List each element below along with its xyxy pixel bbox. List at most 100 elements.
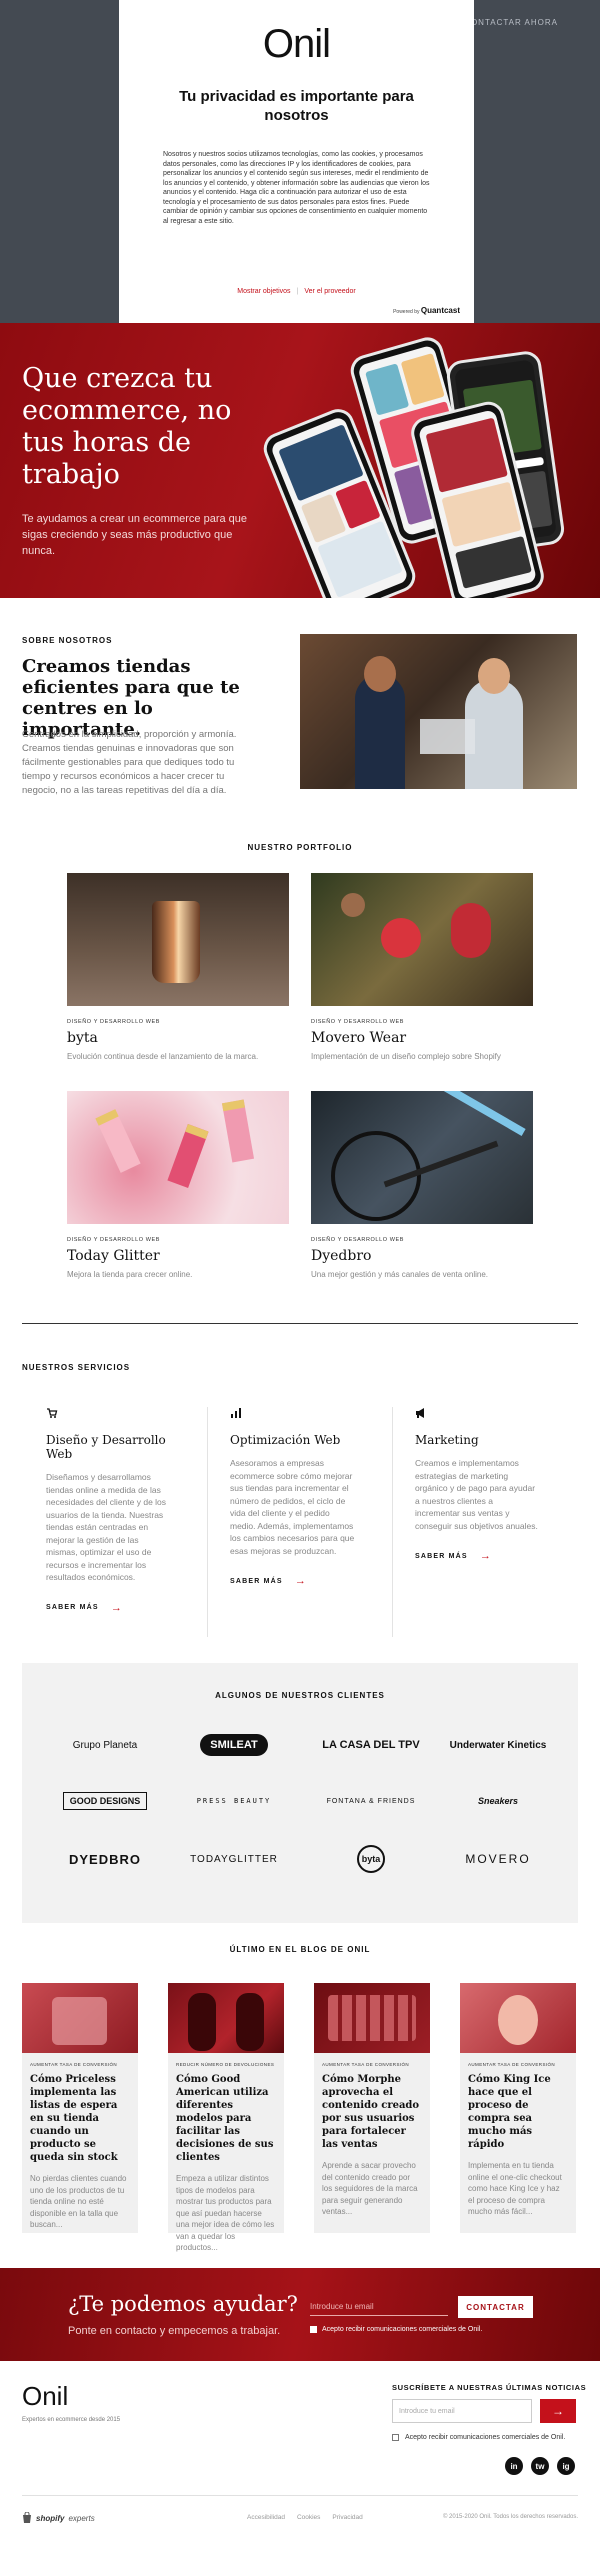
shopify-bag-icon bbox=[22, 2511, 32, 2525]
legal-links: Accesibilidad Cookies Privacidad bbox=[247, 2514, 363, 2521]
service-title: Marketing bbox=[415, 1433, 479, 1447]
show-purposes-link[interactable]: Mostrar objetivos bbox=[237, 288, 290, 295]
quantcast-logo: Quantcast bbox=[420, 306, 460, 315]
blog-excerpt: Implementa en tu tienda online el one-cl… bbox=[468, 2161, 562, 2216]
consent-body: Nosotros y nuestros socios utilizamos te… bbox=[163, 151, 430, 225]
blog-post-title: Cómo Priceless implementa las listas de … bbox=[30, 2074, 118, 2163]
services-eyebrow: NUESTROS SERVICIOS bbox=[22, 1363, 131, 1372]
learn-more-link[interactable]: SABER MÁS → bbox=[46, 1602, 172, 1614]
hero-subtitle: Te ayudamos a crear un ecommerce para qu… bbox=[22, 513, 248, 557]
copyright: © 2015-2020 Onil. Todos los derechos res… bbox=[442, 2514, 578, 2520]
portfolio-desc: Implementación de un diseño complejo sob… bbox=[311, 1052, 501, 1061]
powered-by-label: Powered by bbox=[393, 309, 420, 315]
contact-now-link[interactable]: CONTACTAR AHORA bbox=[464, 18, 558, 27]
blog-section: ÚLTIMO EN EL BLOG DE ONIL AUMENTAR TASA … bbox=[0, 1923, 600, 2268]
portfolio-desc: Una mejor gestión y más canales de venta… bbox=[311, 1270, 488, 1279]
client-logo-underwater-kinetics: Underwater Kinetics bbox=[449, 1739, 547, 1751]
service-card: Marketing Creamos e implementamos estrat… bbox=[392, 1407, 562, 1637]
blog-tag: AUMENTAR TASA DE CONVERSIÓN bbox=[30, 2062, 118, 2067]
client-logo-todayglitter: TODAYGLITTER bbox=[190, 1853, 278, 1865]
cookies-link[interactable]: Cookies bbox=[297, 2514, 320, 2521]
hero-section: Que crezca tu ecommerce, no tus horas de… bbox=[0, 323, 600, 598]
blog-card[interactable]: AUMENTAR TASA DE CONVERSIÓN Cómo Pricele… bbox=[22, 1983, 138, 2233]
contact-button[interactable]: CONTACTAR bbox=[458, 2296, 533, 2318]
accessibility-link[interactable]: Accesibilidad bbox=[247, 2514, 285, 2521]
newsletter-consent-checkbox[interactable]: Acepto recibir comunicaciones comerciale… bbox=[392, 2434, 565, 2441]
learn-more-link[interactable]: SABER MÁS → bbox=[230, 1575, 355, 1587]
client-logo-good-designs: GOOD DESIGNS bbox=[50, 1787, 160, 1815]
privacy-consent-dialog: Onil Tu privacidad es importante para no… bbox=[119, 0, 474, 323]
bars-icon bbox=[230, 1407, 355, 1421]
blog-image bbox=[314, 1983, 430, 2053]
blog-post-title: Cómo Morphe aprovecha el contenido cread… bbox=[322, 2074, 420, 2150]
checkbox-icon[interactable] bbox=[310, 2326, 317, 2333]
blog-card[interactable]: AUMENTAR TASA DE CONVERSIÓN Cómo King Ic… bbox=[460, 1983, 576, 2233]
learn-more-link[interactable]: SABER MÁS → bbox=[415, 1550, 540, 1562]
clients-title: ALGUNOS DE NUESTROS CLIENTES bbox=[215, 1691, 385, 1700]
consent-title: Tu privacidad es importante para nosotro… bbox=[179, 88, 414, 124]
portfolio-tag: DISEÑO Y DESARROLLO WEB bbox=[311, 1019, 405, 1025]
blog-excerpt: Aprende a sacar provecho del contenido c… bbox=[322, 2161, 418, 2216]
portfolio-title: NUESTRO PORTFOLIO bbox=[247, 843, 353, 852]
partner-suffix: experts bbox=[68, 2514, 95, 2523]
newsletter-consent-label: Acepto recibir comunicaciones comerciale… bbox=[405, 2434, 566, 2441]
cta-consent-label: Acepto recibir comunicaciones comerciale… bbox=[322, 2326, 483, 2333]
blog-image bbox=[168, 1983, 284, 2053]
portfolio-card[interactable]: DISEÑO Y DESARROLLO WEB Today Glitter Me… bbox=[67, 1091, 289, 1279]
partner-word: shopify bbox=[36, 2514, 65, 2523]
newsletter-title: SUSCRÍBETE A NUESTRAS ÚLTIMAS NOTICIAS bbox=[392, 2383, 587, 2392]
clients-section: ALGUNOS DE NUESTROS CLIENTES Grupo Plane… bbox=[22, 1663, 578, 1923]
arrow-right-icon: → bbox=[110, 1601, 124, 1614]
client-logo-grupo-planeta: Grupo Planeta bbox=[72, 1739, 138, 1751]
powered-by: Powered by Quantcast bbox=[393, 306, 460, 315]
cta-consent-checkbox[interactable]: Acepto recibir comunicaciones comerciale… bbox=[310, 2326, 482, 2333]
client-logo-smileat: SMILEAT bbox=[179, 1731, 289, 1759]
footer-logo[interactable]: Onil bbox=[22, 2381, 68, 2412]
client-logo-press-beauty: PRESS BEAUTY bbox=[196, 1797, 272, 1805]
cta-email-input[interactable]: Introduce tu email bbox=[310, 2296, 448, 2316]
arrow-right-icon: → bbox=[294, 1575, 308, 1587]
client-logo-text: byta bbox=[357, 1845, 385, 1873]
learn-more-label: SABER MÁS bbox=[46, 1604, 99, 1611]
client-logo-text: SMILEAT bbox=[200, 1734, 268, 1756]
client-logo-byta: byta bbox=[316, 1845, 426, 1873]
learn-more-label: SABER MÁS bbox=[230, 1577, 283, 1585]
portfolio-card[interactable]: DISEÑO Y DESARROLLO WEB Dyedbro Una mejo… bbox=[311, 1091, 533, 1279]
portfolio-image-todayglitter bbox=[67, 1091, 289, 1224]
portfolio-card[interactable]: DISEÑO Y DESARROLLO WEB Movero Wear Impl… bbox=[311, 873, 533, 1061]
megaphone-icon bbox=[415, 1407, 540, 1421]
blog-post-title: Cómo Good American utiliza diferentes mo… bbox=[176, 2074, 274, 2163]
client-logo-sneakers: Sneakers bbox=[477, 1796, 519, 1806]
linkedin-icon[interactable]: in bbox=[505, 2457, 523, 2475]
about-eyebrow: SOBRE NOSOTROS bbox=[22, 636, 113, 645]
privacy-link[interactable]: Privacidad bbox=[332, 2514, 362, 2521]
service-card: Optimización Web Asesoramos a empresas e… bbox=[207, 1407, 377, 1637]
blog-card[interactable]: REDUCIR NÚMERO DE DEVOLUCIONES Cómo Good… bbox=[168, 1983, 284, 2252]
checkbox-icon[interactable] bbox=[392, 2434, 399, 2441]
footer-tagline: Expertos en ecommerce desde 2015 bbox=[22, 2417, 121, 2423]
portfolio-tag: DISEÑO Y DESARROLLO WEB bbox=[311, 1237, 405, 1243]
cart-icon bbox=[46, 1407, 172, 1421]
blog-card[interactable]: AUMENTAR TASA DE CONVERSIÓN Cómo Morphe … bbox=[314, 1983, 430, 2233]
blog-tag: REDUCIR NÚMERO DE DEVOLUCIONES bbox=[176, 2062, 275, 2067]
client-logo-fontana-friends: FONTANA & FRIENDS bbox=[326, 1797, 416, 1805]
twitter-icon[interactable]: tw bbox=[531, 2457, 549, 2475]
shopify-experts-badge[interactable]: shopify experts bbox=[22, 2511, 95, 2525]
cta-title: ¿Te podemos ayudar? bbox=[68, 2292, 298, 2316]
portfolio-desc: Evolución continua desde el lanzamiento … bbox=[67, 1052, 259, 1061]
blog-image bbox=[460, 1983, 576, 2053]
portfolio-name: Movero Wear bbox=[311, 1030, 407, 1046]
section-divider bbox=[22, 1323, 578, 1324]
portfolio-card[interactable]: DISEÑO Y DESARROLLO WEB byta Evolución c… bbox=[67, 873, 289, 1061]
cta-subtitle: Ponte en contacto y empecemos a trabajar… bbox=[68, 2325, 281, 2337]
see-vendors-link[interactable]: Ver el proveedor bbox=[304, 288, 355, 295]
consent-brand-logo: Onil bbox=[262, 22, 331, 66]
portfolio-name: Today Glitter bbox=[67, 1248, 160, 1264]
service-title: Optimización Web bbox=[230, 1433, 341, 1447]
blog-image bbox=[22, 1983, 138, 2053]
blog-excerpt: No pierdas clientes cuando uno de los pr… bbox=[30, 2174, 127, 2229]
service-body: Diseñamos y desarrollamos tiendas online… bbox=[46, 1472, 167, 1582]
newsletter-submit-button[interactable]: → bbox=[540, 2399, 576, 2423]
instagram-icon[interactable]: ig bbox=[557, 2457, 575, 2475]
newsletter-email-input[interactable]: Introduce tu email bbox=[392, 2399, 532, 2423]
